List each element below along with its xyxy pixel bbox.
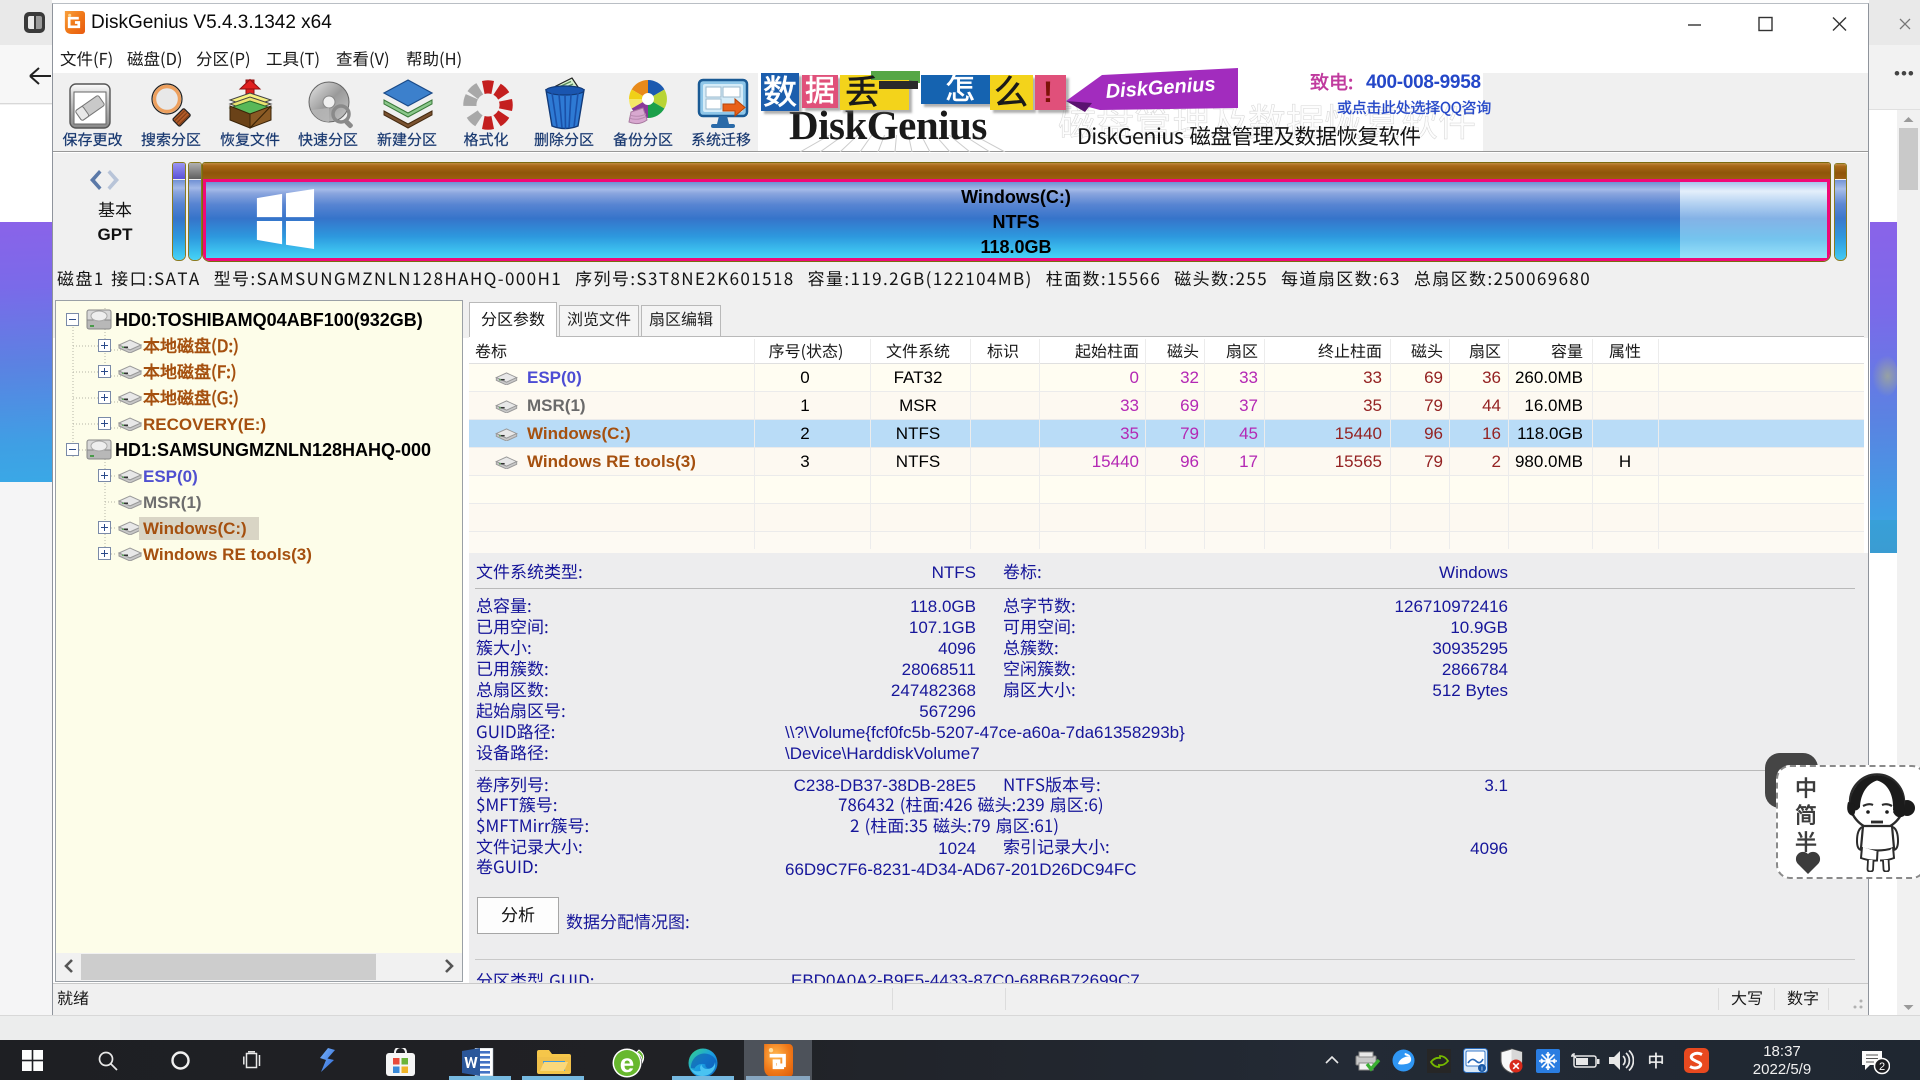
svg-text:i: i [1481,1066,1482,1073]
svg-text:e: e [620,1048,634,1078]
svg-text:2: 2 [1879,1061,1885,1073]
